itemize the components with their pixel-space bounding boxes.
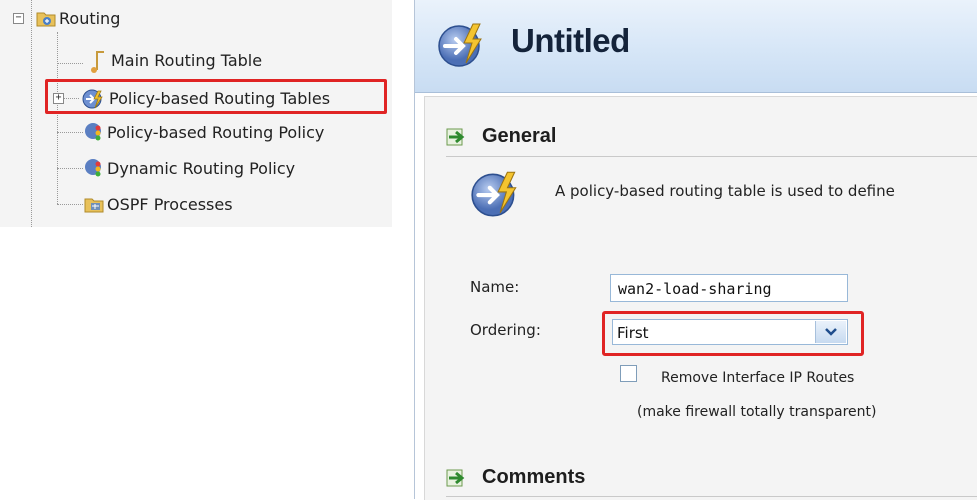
tree-item-policy-based-routing-policy[interactable]: Policy-based Routing Policy: [84, 120, 324, 144]
name-label: Name:: [470, 278, 520, 296]
tree-item-label: OSPF Processes: [107, 194, 233, 214]
tree-outer-connector: [31, 0, 32, 227]
section-arrow-icon: [446, 128, 465, 145]
section-title: Comments: [482, 466, 586, 488]
tree-item-dynamic-routing-policy[interactable]: Dynamic Routing Policy: [84, 156, 295, 180]
section-general[interactable]: General: [446, 125, 556, 148]
dialog-title: Untitled: [511, 22, 630, 59]
ospf-folder-icon: [84, 194, 104, 214]
tree-item-label: Dynamic Routing Policy: [107, 158, 296, 178]
routing-folder-icon: [36, 8, 56, 28]
tree-item-routing[interactable]: Routing: [36, 6, 120, 30]
remove-routes-checkbox[interactable]: [620, 365, 637, 382]
remove-routes-hint: (make firewall totally transparent): [637, 404, 877, 420]
name-field[interactable]: wan2-load-sharing: [610, 274, 848, 302]
policy-routing-table-icon: [468, 166, 524, 222]
collapse-toggle[interactable]: −: [13, 13, 24, 24]
policy-routing-table-icon: [435, 18, 489, 72]
tree-connector: [57, 63, 83, 64]
tree-item-label: Policy-based Routing Policy: [107, 122, 325, 142]
section-title: General: [482, 125, 557, 147]
remove-routes-label[interactable]: Remove Interface IP Routes: [661, 370, 854, 386]
tree-connector: [57, 168, 83, 169]
section-arrow-icon: [446, 469, 465, 486]
tree-item-main-routing-table[interactable]: Main Routing Table: [88, 48, 263, 73]
tree-item-label: Main Routing Table: [111, 50, 263, 70]
tree-connector: [57, 32, 58, 204]
section-comments[interactable]: Comments: [446, 466, 585, 489]
selection-highlight: [45, 79, 387, 114]
section-divider: [446, 156, 977, 157]
tree-item-label: Routing: [59, 8, 121, 28]
routing-table-icon: [88, 50, 108, 73]
ordering-label: Ordering:: [470, 321, 541, 339]
traffic-light-icon: [84, 122, 104, 142]
selection-highlight: [602, 311, 864, 356]
traffic-light-icon: [84, 158, 104, 178]
tree-connector: [57, 204, 83, 205]
tree-item-ospf-processes[interactable]: OSPF Processes: [84, 192, 233, 216]
tree-connector: [57, 132, 83, 133]
section-description: A policy-based routing table is used to …: [555, 182, 895, 200]
navigation-tree: − Routing Main Routing Table + Policy-ba…: [0, 0, 392, 227]
dialog-header: Untitled: [415, 0, 977, 93]
section-divider: [446, 496, 977, 497]
